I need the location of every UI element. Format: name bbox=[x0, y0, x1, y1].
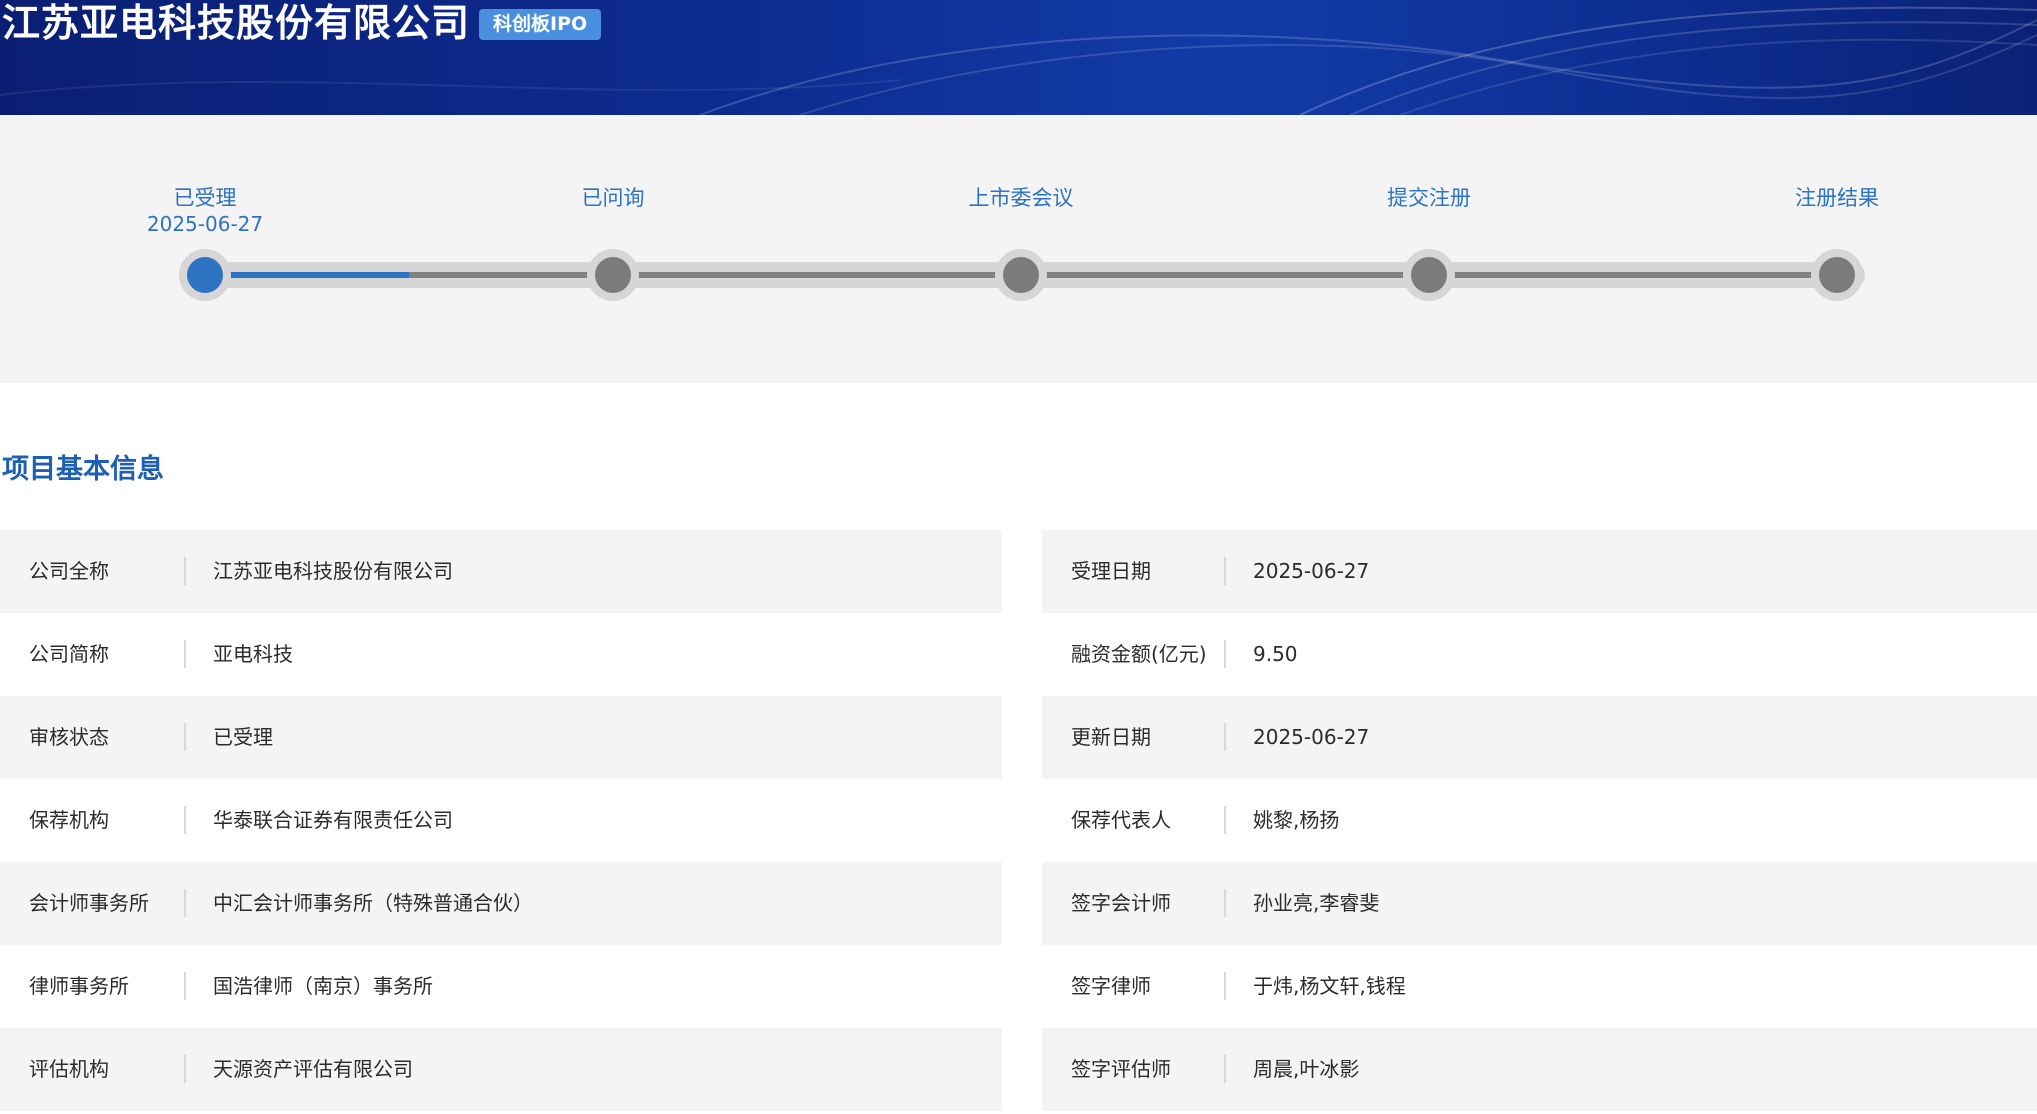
divider bbox=[184, 1055, 186, 1083]
info-row: 审核状态 已受理 bbox=[0, 696, 1002, 779]
info-value: 亚电科技 bbox=[213, 642, 293, 666]
step-label-committee: 上市委会议 bbox=[968, 186, 1074, 210]
info-row: 保荐机构 华泰联合证券有限责任公司 bbox=[0, 779, 1002, 862]
info-value: 中汇会计师事务所（特殊普通合伙） bbox=[213, 891, 533, 915]
info-row: 评估机构 天源资产评估有限公司 bbox=[0, 1028, 1002, 1111]
section-title: 项目基本信息 bbox=[2, 454, 164, 485]
info-value: 于炜,杨文轩,钱程 bbox=[1253, 974, 1406, 998]
info-value: 华泰联合证券有限责任公司 bbox=[213, 808, 453, 832]
info-value: 姚黎,杨扬 bbox=[1253, 808, 1340, 832]
step-label-inquiry: 已问询 bbox=[581, 186, 645, 210]
info-value: 国浩律师（南京）事务所 bbox=[213, 974, 433, 998]
info-value: 江苏亚电科技股份有限公司 bbox=[213, 559, 453, 583]
step-label-registration-result: 注册结果 bbox=[1795, 186, 1879, 210]
divider bbox=[1224, 723, 1226, 751]
step-node-committee bbox=[995, 249, 1047, 301]
info-label: 签字律师 bbox=[1071, 974, 1151, 998]
divider bbox=[1224, 1055, 1226, 1083]
info-row: 更新日期 2025-06-27 bbox=[1042, 696, 2037, 779]
step-node-registration-result bbox=[1811, 249, 1863, 301]
info-column-right: 受理日期 2025-06-27 融资金额(亿元) 9.50 更新日期 2025-… bbox=[1042, 530, 2037, 1111]
step-node-accepted bbox=[179, 249, 231, 301]
info-row: 会计师事务所 中汇会计师事务所（特殊普通合伙） bbox=[0, 862, 1002, 945]
info-label: 公司简称 bbox=[29, 642, 109, 666]
info-column-left: 公司全称 江苏亚电科技股份有限公司 公司简称 亚电科技 审核状态 已受理 保荐机… bbox=[0, 530, 1002, 1111]
info-label: 签字会计师 bbox=[1071, 891, 1171, 915]
step-node-submit-registration bbox=[1403, 249, 1455, 301]
divider bbox=[184, 806, 186, 834]
info-label: 签字评估师 bbox=[1071, 1057, 1171, 1081]
divider bbox=[1224, 889, 1226, 917]
divider bbox=[1224, 557, 1226, 585]
divider bbox=[184, 640, 186, 668]
divider bbox=[1224, 806, 1226, 834]
info-row: 公司全称 江苏亚电科技股份有限公司 bbox=[0, 530, 1002, 613]
divider bbox=[1224, 972, 1226, 1000]
divider bbox=[184, 557, 186, 585]
info-label: 律师事务所 bbox=[29, 974, 129, 998]
info-label: 保荐机构 bbox=[29, 808, 109, 832]
info-label: 融资金额(亿元) bbox=[1071, 642, 1207, 666]
info-row: 签字会计师 孙业亮,李睿斐 bbox=[1042, 862, 2037, 945]
info-row: 融资金额(亿元) 9.50 bbox=[1042, 613, 2037, 696]
info-value: 已受理 bbox=[213, 725, 273, 749]
info-value: 周晨,叶冰影 bbox=[1253, 1057, 1360, 1081]
info-label: 会计师事务所 bbox=[29, 891, 149, 915]
header-banner: 江苏亚电科技股份有限公司 科创板IPO bbox=[0, 0, 2037, 115]
step-label-accepted: 已受理 bbox=[173, 186, 237, 210]
info-row: 签字评估师 周晨,叶冰影 bbox=[1042, 1028, 2037, 1111]
info-value: 天源资产评估有限公司 bbox=[213, 1057, 413, 1081]
divider bbox=[1224, 640, 1226, 668]
info-row: 公司简称 亚电科技 bbox=[0, 613, 1002, 696]
company-title: 江苏亚电科技股份有限公司 bbox=[2, 1, 471, 45]
step-date-accepted: 2025-06-27 bbox=[146, 212, 264, 236]
step-node-inquiry bbox=[587, 249, 639, 301]
step-label-submit-registration: 提交注册 bbox=[1387, 186, 1471, 210]
info-label: 公司全称 bbox=[29, 559, 109, 583]
info-label: 审核状态 bbox=[29, 725, 109, 749]
progress-panel: 已受理 2025-06-27 已问询 上市委会议 提交注册 注册结果 bbox=[0, 115, 2037, 383]
info-label: 受理日期 bbox=[1071, 559, 1151, 583]
info-row: 保荐代表人 姚黎,杨扬 bbox=[1042, 779, 2037, 862]
info-row: 签字律师 于炜,杨文轩,钱程 bbox=[1042, 945, 2037, 1028]
progress-fill bbox=[205, 272, 409, 278]
info-label: 评估机构 bbox=[29, 1057, 109, 1081]
info-label: 更新日期 bbox=[1071, 725, 1151, 749]
info-row: 律师事务所 国浩律师（南京）事务所 bbox=[0, 945, 1002, 1028]
divider bbox=[184, 723, 186, 751]
info-value: 孙业亮,李睿斐 bbox=[1253, 891, 1380, 915]
info-value: 9.50 bbox=[1253, 642, 1298, 666]
info-label: 保荐代表人 bbox=[1071, 808, 1171, 832]
info-row: 受理日期 2025-06-27 bbox=[1042, 530, 2037, 613]
divider bbox=[184, 889, 186, 917]
info-value: 2025-06-27 bbox=[1253, 725, 1370, 749]
info-value: 2025-06-27 bbox=[1253, 559, 1370, 583]
board-badge: 科创板IPO bbox=[479, 9, 602, 40]
divider bbox=[184, 972, 186, 1000]
